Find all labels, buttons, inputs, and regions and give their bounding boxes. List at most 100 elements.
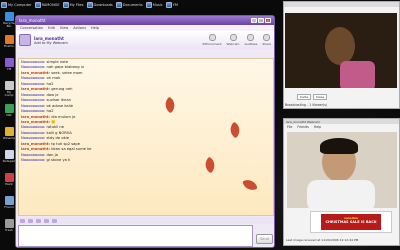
desktop-icon-label: Net xyxy=(6,113,12,117)
toolbar-button[interactable]: IMVironment xyxy=(202,34,222,46)
italic-icon[interactable] xyxy=(28,218,33,223)
message-text: bkan sa egal sume ke xyxy=(51,147,92,152)
app-icon xyxy=(4,196,14,205)
message-input[interactable] xyxy=(18,225,253,247)
taskbar-item[interactable]: Music xyxy=(145,1,163,9)
desktop-icon[interactable]: YM xyxy=(2,58,16,71)
message-sender: lara_monatht: xyxy=(21,119,51,124)
app-icon xyxy=(4,127,14,136)
menu-item[interactable]: View xyxy=(60,26,68,30)
message-sender: lara_monatht: xyxy=(21,114,51,119)
desktop-icon[interactable]: Notepad xyxy=(2,150,16,163)
minimize-button[interactable]: _ xyxy=(251,18,257,23)
bold-icon[interactable] xyxy=(20,218,25,223)
app-icon xyxy=(4,150,14,159)
maximize-button[interactable]: □ xyxy=(258,18,264,23)
desktop-icon-label: Firefox xyxy=(4,44,14,48)
tool-label: Share xyxy=(262,42,271,46)
user-status[interactable]: Add to My Webcam xyxy=(34,41,68,45)
taskbar-item[interactable]: My Computer xyxy=(1,1,32,9)
webcam-hair xyxy=(320,138,358,154)
webcam-close-button[interactable]: Close xyxy=(313,94,327,100)
send-button[interactable]: Send xyxy=(256,234,273,244)
taskbar-item[interactable]: RAMONGE xyxy=(34,1,60,9)
message-sender: Nooooooooo: xyxy=(21,81,46,86)
tool-label: IMVironment xyxy=(202,42,222,46)
tool-label: Audibles xyxy=(244,42,258,46)
message-sender: Nooooooooo: xyxy=(21,76,46,81)
menu-item[interactable]: Help xyxy=(314,125,321,129)
desktop-icon[interactable]: Net xyxy=(2,104,16,117)
menu-item[interactable]: Edit xyxy=(48,26,55,30)
message-text: gerung neh xyxy=(51,87,73,92)
leaf-decoration xyxy=(242,177,258,193)
friend-webcam-menu: File Friends Help xyxy=(287,125,326,129)
menu-item[interactable]: Help xyxy=(91,26,99,30)
message-text: ha2 xyxy=(46,81,54,86)
ad-content[interactable]: vaseline CHRISTMAS SALE IS BACK xyxy=(321,214,381,230)
app-icon xyxy=(4,12,14,21)
conversation-pane[interactable]: Nooooooooo: simple note Nooooooooo: nah g… xyxy=(18,58,274,216)
message-text: ha2 xyxy=(46,109,54,114)
font-color-icon[interactable] xyxy=(44,218,49,223)
close-button[interactable]: × xyxy=(265,18,271,23)
taskbar-item[interactable]: Downloads xyxy=(86,1,113,9)
message-sender: Nooooooooo: xyxy=(21,125,46,130)
desktop-icon[interactable]: Firefox xyxy=(2,35,16,48)
message-sender: Nooooooooo: xyxy=(21,65,46,70)
friend-webcam-titlebar[interactable]: lara_monatht Webcam xyxy=(284,119,399,124)
broadcast-status: Broadcasting - 1 Viewer(s) xyxy=(285,103,328,107)
message-text: dan ja xyxy=(46,152,58,157)
toolbar-button[interactable]: Audibles xyxy=(244,34,257,46)
menu-item[interactable]: File xyxy=(287,125,292,129)
menu-item[interactable]: Conversation xyxy=(20,26,43,30)
chat-titlebar[interactable]: lara_monatht _ □ × xyxy=(16,16,274,25)
message-sender: lara_monatht: xyxy=(21,87,51,92)
taskbar-item[interactable]: YM xyxy=(165,1,178,9)
message-text: tp tuh sp2 sape xyxy=(51,141,81,146)
desktop-icon-label: Recycle Bin xyxy=(3,21,15,29)
message-text: simple note xyxy=(46,60,69,64)
my-webcam-video xyxy=(285,13,397,88)
taskbar-item[interactable]: My Files xyxy=(62,1,84,9)
desktop-icon[interactable]: My Comp xyxy=(2,81,16,97)
tool-icon xyxy=(208,34,216,41)
message-sender: Nooooooooo: xyxy=(21,92,46,97)
toolbar-button[interactable]: Share xyxy=(262,34,271,46)
taskbar-item[interactable]: Documents xyxy=(115,1,143,9)
taskbar-item-label: YM xyxy=(172,2,178,7)
desktop-icon[interactable]: Trash xyxy=(2,219,16,232)
avatar[interactable] xyxy=(19,34,31,46)
taskbar-item-label: My Computer xyxy=(8,2,32,7)
format-toolbar xyxy=(18,217,274,224)
desktop-icon[interactable]: Paint xyxy=(2,173,16,186)
tool-icon xyxy=(263,34,271,41)
webcam-shirt xyxy=(340,61,375,88)
taskbar-item-label: Music xyxy=(152,2,163,7)
message-text: nah gaps blabang lu xyxy=(46,65,85,70)
app-icon xyxy=(4,35,14,44)
menu-item[interactable]: Friends xyxy=(297,125,308,129)
my-webcam-titlebar[interactable] xyxy=(284,2,399,7)
app-icon xyxy=(4,81,14,90)
advertisement-banner[interactable]: vaseline CHRISTMAS SALE IS BACK xyxy=(310,211,392,233)
message-sender: lara_monatht: xyxy=(21,70,51,75)
app-icon xyxy=(4,104,14,113)
webcam-face xyxy=(325,27,355,65)
invite-button[interactable]: Invite xyxy=(297,94,311,100)
message-sender: Nooooooooo: xyxy=(21,103,46,108)
desktop-icon[interactable]: Winamp xyxy=(2,127,16,140)
desktop-icon-label: YM xyxy=(6,67,12,71)
smiley-icon[interactable] xyxy=(52,218,57,223)
chat-window[interactable]: lara_monatht _ □ × Conversation Edit View A… xyxy=(15,15,275,248)
app-icon xyxy=(86,1,93,8)
menu-item[interactable]: Actions xyxy=(73,26,86,30)
message-sender: lara_monatht: xyxy=(21,141,51,146)
underline-icon[interactable] xyxy=(36,218,41,223)
app-icon xyxy=(115,1,122,8)
desktop-icon[interactable]: Friend xyxy=(2,196,16,209)
desktop-icon[interactable]: Recycle Bin xyxy=(2,12,16,28)
desktop-icon-label: Notepad xyxy=(2,159,16,163)
tool-icon xyxy=(247,34,255,41)
toolbar-button[interactable]: Webcam xyxy=(227,34,239,46)
